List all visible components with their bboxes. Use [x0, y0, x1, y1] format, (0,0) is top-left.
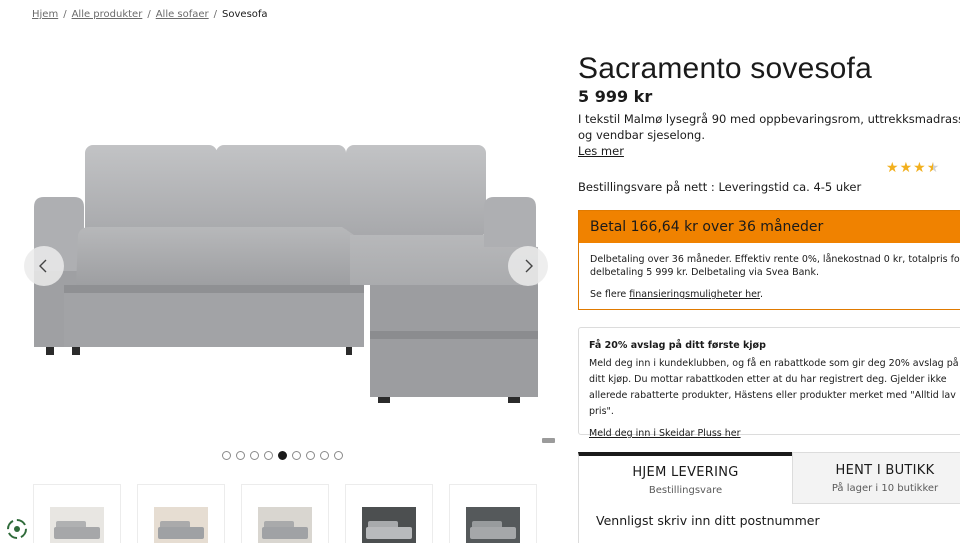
finance-more-link[interactable]: finansieringsmuligheter her: [629, 289, 760, 300]
tab-store-pickup[interactable]: HENT I BUTIKK På lager i 10 butikker: [792, 452, 960, 504]
gallery-dot[interactable]: [236, 451, 245, 460]
tab-store-title: HENT I BUTIKK: [835, 462, 935, 478]
star-icon: ★: [886, 160, 899, 176]
recycle-icon: [7, 519, 27, 539]
star-icon: ★: [926, 160, 940, 176]
read-more-link[interactable]: Les mer: [578, 144, 624, 158]
gallery-prev-button[interactable]: [24, 246, 64, 286]
thumbnail[interactable]: [33, 484, 121, 543]
gallery-dot[interactable]: [264, 451, 273, 460]
breadcrumb-home[interactable]: Hjem: [32, 9, 58, 20]
club-offer-title: Få 20% avslag på ditt første kjøp: [589, 340, 766, 351]
delivery-tabs: HJEM LEVERING Bestillingsvare HENT I BUT…: [578, 452, 960, 543]
thumbnail[interactable]: [137, 484, 225, 543]
thumbnail-image: [258, 507, 312, 543]
finance-box: Betal 166,64 kr over 36 måneder Delbetal…: [578, 210, 960, 310]
finance-details: Delbetaling over 36 måneder. Effektiv re…: [590, 254, 960, 278]
thumbnail-image: [154, 507, 208, 543]
star-icon: ★: [899, 160, 913, 176]
gallery-dot[interactable]: [278, 451, 287, 460]
breadcrumb-all-products[interactable]: Alle produkter: [72, 9, 143, 20]
gallery-dot[interactable]: [320, 451, 329, 460]
breadcrumb-separator: /: [147, 9, 151, 20]
thumbnail[interactable]: [449, 484, 537, 543]
finance-headline[interactable]: Betal 166,64 kr over 36 måneder: [579, 211, 960, 243]
tab-store-subtitle: På lager i 10 butikker: [831, 482, 939, 494]
club-offer-box: Få 20% avslag på ditt første kjøp Meld d…: [578, 327, 960, 439]
gallery-dot[interactable]: [334, 451, 343, 460]
breadcrumb-current: Sovesofa: [222, 9, 268, 20]
thumbnail[interactable]: [241, 484, 329, 543]
chevron-right-icon: [525, 259, 533, 273]
club-offer-text: Meld deg inn i kundeklubben, og få en ra…: [589, 358, 959, 417]
thumbnail-image: [362, 507, 416, 543]
finance-more-suffix: .: [759, 289, 763, 300]
finance-more-prefix: Se flere: [590, 289, 627, 300]
product-price: 5 999 kr: [578, 87, 653, 106]
product-title: Sacramento sovesofa: [578, 52, 872, 85]
rating-stars[interactable]: ★ ★ ★ ★: [886, 161, 939, 175]
thumbnail-image: [466, 507, 520, 543]
thumbnail-image: [50, 507, 104, 543]
tab-home-delivery[interactable]: HJEM LEVERING Bestillingsvare: [578, 452, 792, 504]
finance-more: Se flere finansieringsmuligheter her.: [590, 288, 960, 301]
club-signup-link[interactable]: Meld deg inn i Skeidar Pluss her: [589, 426, 960, 442]
breadcrumb-all-sofas[interactable]: Alle sofaer: [156, 9, 209, 20]
product-description: I tekstil Malmø lysegrå 90 med oppbevari…: [578, 112, 960, 142]
star-icon: ★: [913, 160, 926, 176]
postcode-prompt: Vennligst skriv inn ditt postnummer: [578, 504, 960, 543]
thumbnail-strip: [33, 484, 537, 543]
gallery-dot[interactable]: [292, 451, 301, 460]
gallery-dot[interactable]: [222, 451, 231, 460]
tab-home-subtitle: Bestillingsvare: [648, 484, 723, 496]
recycle-badge-icon[interactable]: [4, 516, 30, 542]
zoom-icon[interactable]: [542, 438, 555, 443]
tab-home-title: HJEM LEVERING: [632, 464, 739, 480]
breadcrumb-separator: /: [213, 9, 218, 20]
delivery-info: Bestillingsvare på nett : Leveringstid c…: [578, 180, 862, 194]
breadcrumb: Hjem / Alle produkter / Alle sofaer / So…: [32, 9, 268, 20]
thumbnail[interactable]: [345, 484, 433, 543]
product-image[interactable]: [30, 135, 540, 405]
chevron-left-icon: [39, 259, 47, 273]
product-gallery: [22, 40, 554, 440]
breadcrumb-separator: /: [63, 9, 67, 20]
gallery-dot[interactable]: [306, 451, 315, 460]
gallery-next-button[interactable]: [508, 246, 548, 286]
gallery-dot[interactable]: [250, 451, 259, 460]
gallery-dots: [222, 451, 343, 460]
